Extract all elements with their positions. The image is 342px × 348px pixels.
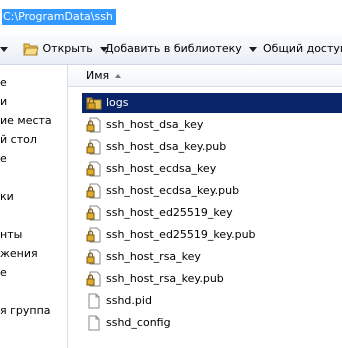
chevron-down-icon [248, 46, 257, 52]
file-lock-icon [86, 249, 101, 265]
open-label: Открыть [42, 42, 93, 55]
file-name: ssh_host_ed25519_key.pub [106, 228, 256, 241]
nav-item[interactable]: жения [0, 246, 38, 262]
folder-open-icon [23, 43, 39, 56]
nav-item[interactable]: я группа [0, 303, 51, 319]
organize-dropdown-arrow[interactable] [0, 41, 8, 57]
file-row[interactable]: ssh_host_ed25519_key.pub [82, 225, 342, 245]
file-name: ssh_host_dsa_key.pub [106, 140, 227, 153]
file-name: ssh_host_ed25519_key [106, 206, 233, 219]
file-lock-icon [86, 183, 101, 199]
nav-item[interactable]: и [0, 94, 7, 110]
file-name: ssh_host_ecdsa_key [106, 162, 217, 175]
file-row[interactable]: ssh_host_rsa_key [82, 247, 342, 267]
file-name: ssh_host_rsa_key.pub [106, 272, 224, 285]
open-button[interactable]: Открыть [23, 41, 108, 57]
file-row[interactable]: ssh_host_dsa_key.pub [82, 137, 342, 157]
file-lock-icon [86, 139, 101, 155]
file-lock-icon [86, 205, 101, 221]
nav-item[interactable]: е [0, 75, 7, 91]
column-header-name[interactable]: Имя [68, 65, 342, 87]
file-lock-icon [86, 271, 101, 287]
sort-ascending-icon [115, 74, 122, 78]
file-lock-icon [86, 117, 101, 133]
file-name: sshd_config [106, 316, 171, 329]
file-row[interactable]: ssh_host_ecdsa_key.pub [82, 181, 342, 201]
file-row[interactable]: ssh_host_ecdsa_key [82, 159, 342, 179]
nav-item[interactable]: е [0, 151, 7, 167]
share-button[interactable]: Общий доступ [263, 41, 342, 57]
nav-item[interactable]: й стол [0, 132, 37, 148]
navigation-pane: е и ие места й стол е ки нты жения е я г… [0, 65, 68, 348]
address-path[interactable]: C:\ProgramData\ssh [2, 9, 116, 25]
nav-item[interactable]: ие места [0, 113, 52, 129]
file-name: ssh_host_rsa_key [106, 250, 201, 263]
file-name: ssh_host_ecdsa_key.pub [106, 184, 240, 197]
file-name: ssh_host_dsa_key [106, 118, 204, 131]
folder-lock-icon [86, 97, 102, 110]
file-lock-icon [86, 227, 101, 243]
file-lock-icon [86, 161, 101, 177]
add-to-library-label: Добавить в библиотеку [105, 42, 242, 55]
address-bar[interactable]: C:\ProgramData\ssh [0, 0, 342, 30]
file-row[interactable]: sshd_config [82, 313, 342, 333]
file-row[interactable]: ssh_host_ed25519_key [82, 203, 342, 223]
share-label: Общий доступ [263, 42, 342, 55]
nav-item[interactable]: нты [0, 227, 22, 243]
file-row[interactable]: ssh_host_dsa_key [82, 115, 342, 135]
file-icon [88, 293, 100, 309]
nav-item[interactable]: е [0, 265, 7, 281]
file-row[interactable]: ssh_host_rsa_key.pub [82, 269, 342, 289]
file-list[interactable]: Имя logs ssh_host_dsa_key ssh_host_dsa_key… [68, 65, 342, 348]
file-icon [88, 315, 100, 331]
command-toolbar: Открыть Добавить в библиотеку Общий дост… [0, 34, 342, 65]
column-header-label: Имя [86, 69, 110, 82]
nav-item[interactable]: ки [0, 189, 14, 205]
file-name: sshd.pid [106, 294, 152, 307]
file-row[interactable]: sshd.pid [82, 291, 342, 311]
file-row[interactable]: logs [82, 93, 342, 113]
file-name: logs [106, 96, 129, 109]
add-to-library-button[interactable]: Добавить в библиотеку [105, 41, 257, 57]
